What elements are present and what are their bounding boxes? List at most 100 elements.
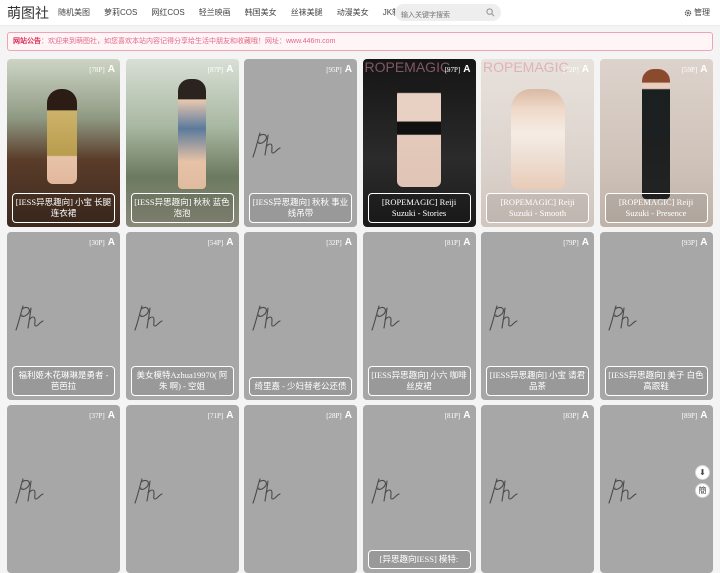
photo-count: [37P] bbox=[89, 411, 105, 420]
photo-count: [81P] bbox=[444, 238, 461, 247]
card-title[interactable]: [异思趣向IESS] 模特: bbox=[367, 550, 471, 569]
photo-count: [87P] bbox=[207, 65, 224, 74]
photo-count: [81P] bbox=[444, 411, 461, 420]
search-box bbox=[395, 4, 501, 24]
card-title[interactable]: [IESS异思趣向] 小六 咖啡丝皮裙 bbox=[367, 366, 471, 396]
photo-count-badge: [78P] A bbox=[89, 64, 115, 75]
photo-count: [28P] bbox=[326, 411, 342, 420]
notice-label: 网站公告 bbox=[13, 38, 41, 45]
gallery-card[interactable]: [81P] A [IESS异思趣向] 小六 咖啡丝皮裙 bbox=[362, 232, 476, 400]
language-toggle-button[interactable]: 簡 bbox=[695, 483, 710, 498]
notice-text: ：欢迎来到萌图社，如您喜欢本站内容记得分享给生活中朋友和收藏哦！网址：www.4… bbox=[41, 38, 336, 45]
a-icon: A bbox=[700, 237, 708, 248]
photo-count: [78P] bbox=[89, 65, 105, 74]
card-title[interactable]: [ROPEMAGIC] Reiji Suzuki - Stories bbox=[367, 193, 471, 223]
watermark-text: ROPEMAGIC bbox=[364, 59, 451, 75]
a-icon: A bbox=[344, 64, 352, 75]
photo-count-badge: [30P] A bbox=[89, 237, 115, 248]
gallery-card[interactable]: [95P] A [IESS异思趣向] 秋秋 事业线吊带 bbox=[244, 59, 357, 227]
nav-item-loli-cos[interactable]: 萝莉COS bbox=[104, 8, 137, 17]
nav-item-anime[interactable]: 动漫美女 bbox=[337, 8, 369, 17]
a-icon: A bbox=[463, 64, 471, 75]
card-title[interactable]: [IESS异思趣向] 美子 白色高跟鞋 bbox=[604, 366, 708, 396]
photo-count-badge: [83P] A bbox=[563, 410, 589, 421]
gallery-card[interactable]: ROPEMAGIC [72P] A [ROPEMAGIC] Reiji Suzuki … bbox=[481, 59, 594, 227]
nav-item-wanghong-cos[interactable]: 网红COS bbox=[151, 8, 184, 17]
photo-count-badge: [89P] A bbox=[682, 410, 708, 421]
gallery-card[interactable]: [93P] A [IESS异思趣向] 美子 白色高跟鞋 bbox=[599, 232, 713, 400]
site-notice: 网站公告：欢迎来到萌图社，如您喜欢本站内容记得分享给生活中朋友和收藏哦！网址：w… bbox=[7, 32, 713, 51]
gallery-card[interactable]: [28P] A bbox=[244, 405, 357, 573]
photo-count: [89P] bbox=[681, 411, 698, 420]
gallery-card[interactable]: [30P] A 福利姬木花琳琳是勇者 - 芭芭拉 bbox=[7, 232, 120, 400]
card-title[interactable]: [IESS异思趣向] 小宝 请君品茶 bbox=[486, 366, 589, 396]
search-input[interactable] bbox=[401, 7, 489, 24]
search-icon[interactable] bbox=[486, 8, 495, 17]
card-title[interactable]: [ROPEMAGIC] Reiji Suzuki - Presence bbox=[604, 193, 708, 223]
placeholder-signature-icon bbox=[487, 475, 521, 512]
top-header: 萌图社 随机美图 萝莉COS 网红COS 轻兰映画 韩国美女 丝袜美腿 动漫美女… bbox=[0, 0, 720, 26]
a-icon: A bbox=[344, 410, 352, 421]
photo-count-badge: [95P] A bbox=[326, 64, 352, 75]
a-icon: A bbox=[700, 410, 708, 421]
photo-count-badge: [79P] A bbox=[563, 237, 589, 248]
placeholder-signature-icon bbox=[13, 302, 47, 339]
gallery-card[interactable]: [83P] A bbox=[481, 405, 594, 573]
placeholder-signature-icon bbox=[369, 302, 403, 339]
photo-count: [93P] bbox=[681, 238, 698, 247]
photo-count: [71P] bbox=[207, 411, 224, 420]
gallery-card[interactable]: [81P] A [异思趣向IESS] 模特: bbox=[362, 405, 476, 573]
admin-menu[interactable]: 管理 bbox=[684, 7, 710, 18]
photo-count-badge: [32P] A bbox=[326, 237, 352, 248]
a-icon: A bbox=[344, 237, 352, 248]
placeholder-signature-icon bbox=[369, 475, 403, 512]
photo-count-badge: [81P] A bbox=[445, 237, 471, 248]
gallery-card[interactable]: [32P] A 绮里嘉 - 少妇替老公还债 bbox=[244, 232, 357, 400]
nav-item-stockings[interactable]: 丝袜美腿 bbox=[291, 8, 323, 17]
card-title[interactable]: [IESS异思趣向] 秋秋 事业线吊带 bbox=[249, 193, 352, 223]
placeholder-signature-icon bbox=[132, 475, 166, 512]
nav-item-random[interactable]: 随机美图 bbox=[58, 8, 90, 17]
gallery-card[interactable]: [79P] A [IESS异思趣向] 小宝 请君品茶 bbox=[481, 232, 594, 400]
card-title[interactable]: 绮里嘉 - 少妇替老公还债 bbox=[249, 377, 352, 396]
gallery-card[interactable]: [59P] A [ROPEMAGIC] Reiji Suzuki - Presenc… bbox=[599, 59, 713, 227]
nav-item-korean[interactable]: 韩国美女 bbox=[245, 8, 277, 17]
gallery-card[interactable]: [78P] A [IESS异思趣向] 小宝 长腿连衣裙 bbox=[7, 59, 120, 227]
photo-count-badge: [93P] A bbox=[682, 237, 708, 248]
gear-icon bbox=[684, 9, 692, 16]
a-icon: A bbox=[463, 237, 471, 248]
photo-count-badge: [97P] A bbox=[445, 64, 471, 75]
a-icon: A bbox=[107, 410, 115, 421]
card-title[interactable]: [ROPEMAGIC] Reiji Suzuki - Smooth bbox=[486, 193, 589, 223]
placeholder-signature-icon bbox=[132, 302, 166, 339]
gallery-card[interactable]: [54P] A 美女模特Azhua19970( 阿朱 啊) - 空姐 bbox=[125, 232, 239, 400]
photo-count: [32P] bbox=[326, 238, 342, 247]
gallery-card[interactable]: [71P] A bbox=[125, 405, 239, 573]
scroll-down-button[interactable]: ⬇ bbox=[695, 465, 710, 480]
photo-count-badge: [81P] A bbox=[445, 410, 471, 421]
card-title[interactable]: [IESS异思趣向] 秋秋 蓝色泡泡 bbox=[130, 193, 234, 223]
card-title[interactable]: [IESS异思趣向] 小宝 长腿连衣裙 bbox=[12, 193, 115, 223]
gallery-card[interactable]: [37P] A bbox=[7, 405, 120, 573]
a-icon: A bbox=[107, 237, 115, 248]
photo-count: [72P] bbox=[563, 65, 579, 74]
a-icon: A bbox=[107, 64, 115, 75]
placeholder-signature-icon bbox=[250, 302, 284, 339]
a-icon: A bbox=[226, 237, 234, 248]
photo-count: [79P] bbox=[563, 238, 579, 247]
photo-count-badge: [71P] A bbox=[208, 410, 234, 421]
gallery-card[interactable]: ROPEMAGIC [97P] A [ROPEMAGIC] Reiji Suzuki … bbox=[362, 59, 476, 227]
card-title[interactable]: 美女模特Azhua19970( 阿朱 啊) - 空姐 bbox=[130, 366, 234, 396]
card-title[interactable]: 福利姬木花琳琳是勇者 - 芭芭拉 bbox=[12, 366, 115, 396]
photo-count: [95P] bbox=[326, 65, 342, 74]
placeholder-signature-icon bbox=[250, 129, 284, 166]
placeholder-signature-icon bbox=[487, 302, 521, 339]
a-icon: A bbox=[581, 64, 589, 75]
a-icon: A bbox=[700, 64, 708, 75]
site-logo[interactable]: 萌图社 bbox=[7, 3, 49, 23]
main-nav: 随机美图 萝莉COS 网红COS 轻兰映画 韩国美女 丝袜美腿 动漫美女 JK制… bbox=[58, 8, 422, 17]
nav-item-qinglan[interactable]: 轻兰映画 bbox=[199, 8, 231, 17]
gallery-card[interactable]: [87P] A [IESS异思趣向] 秋秋 蓝色泡泡 bbox=[125, 59, 239, 227]
photo-count-badge: [72P] A bbox=[563, 64, 589, 75]
photo-count-badge: [87P] A bbox=[208, 64, 234, 75]
